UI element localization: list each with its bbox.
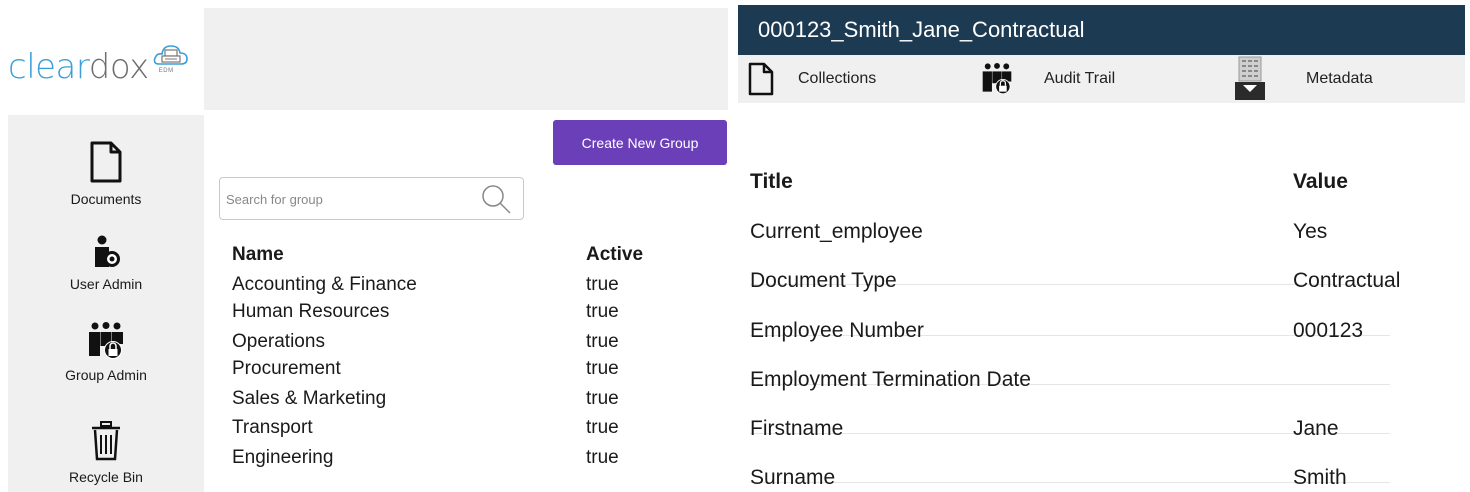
group-lock-icon [981,62,1013,96]
tab-collections[interactable]: Collections [748,55,876,103]
create-new-group-button[interactable]: Create New Group [553,120,727,165]
group-active: true [586,358,619,379]
metadata-header-value: Value [1293,170,1348,193]
search-icon[interactable] [479,182,513,221]
metadata-value: Yes [1293,220,1328,243]
metadata-title: Firstname [750,417,844,440]
group-name: Human Resources [232,301,390,322]
tab-label: Audit Trail [1044,70,1116,87]
group-name: Transport [232,417,313,438]
group-name: Procurement [232,358,341,379]
logo-panel: cleardox EDM [0,8,204,110]
metadata-value: Contractual [1293,269,1401,292]
group-active: true [586,301,619,322]
group-active: true [586,331,619,352]
tab-label: Metadata [1306,70,1373,87]
metadata-value: 000123 [1293,319,1364,342]
document-icon [8,140,204,189]
search-input[interactable] [226,188,466,210]
document-title: 000123_Smith_Jane_Contractual [738,5,1465,55]
sidebar-item-recycle-bin[interactable]: Recycle Bin [8,420,204,485]
group-name: Engineering [232,447,334,468]
metadata-header-title: Title [750,170,793,193]
metadata-icon [1235,56,1265,102]
metadata-title: Employee Number [750,319,924,342]
tab-label: Collections [798,70,877,87]
metadata-title: Surname [750,466,836,489]
user-admin-icon [8,235,204,274]
metadata-value: Jane [1293,417,1339,440]
sidebar-item-label: Recycle Bin [69,469,143,485]
group-admin-icon [8,322,204,365]
group-active: true [586,417,619,438]
header-strip [204,8,728,110]
logo-wordmark: cleardox [8,47,149,87]
group-name: Sales & Marketing [232,388,387,409]
metadata-title: Employment Termination Date [750,368,1031,391]
logo-edm-badge: EDM [158,68,174,74]
sidebar-item-group-admin[interactable]: Group Admin [8,322,204,383]
group-search [219,177,524,220]
column-header-name: Name [232,244,284,265]
metadata-title: Document Type [750,269,897,292]
tab-audit-trail[interactable]: Audit Trail [981,55,1115,103]
group-active: true [586,274,619,295]
metadata-value: Smith [1293,466,1347,489]
sidebar-item-label: User Admin [69,276,143,292]
metadata-title: Current_employee [750,220,923,243]
sidebar-item-user-admin[interactable]: User Admin [8,235,204,292]
group-name: Accounting & Finance [232,274,417,295]
group-name: Operations [232,331,325,352]
sidebar-item-documents[interactable]: Documents [8,140,204,207]
cloud-printer-icon: EDM [153,42,189,86]
document-icon [748,62,774,96]
sidebar-item-label: Group Admin [65,367,147,383]
trash-icon [8,420,204,467]
document-tab-bar: Collections Audit Trail Metadata [738,55,1465,103]
column-header-active: Active [586,244,644,265]
group-active: true [586,447,619,468]
app-logo: cleardox EDM [8,45,189,90]
sidebar: Documents User Admin Group Admin Recycle… [8,115,204,492]
group-active: true [586,388,619,409]
sidebar-item-label: Documents [70,191,142,207]
tab-metadata[interactable]: Metadata [1235,55,1373,103]
